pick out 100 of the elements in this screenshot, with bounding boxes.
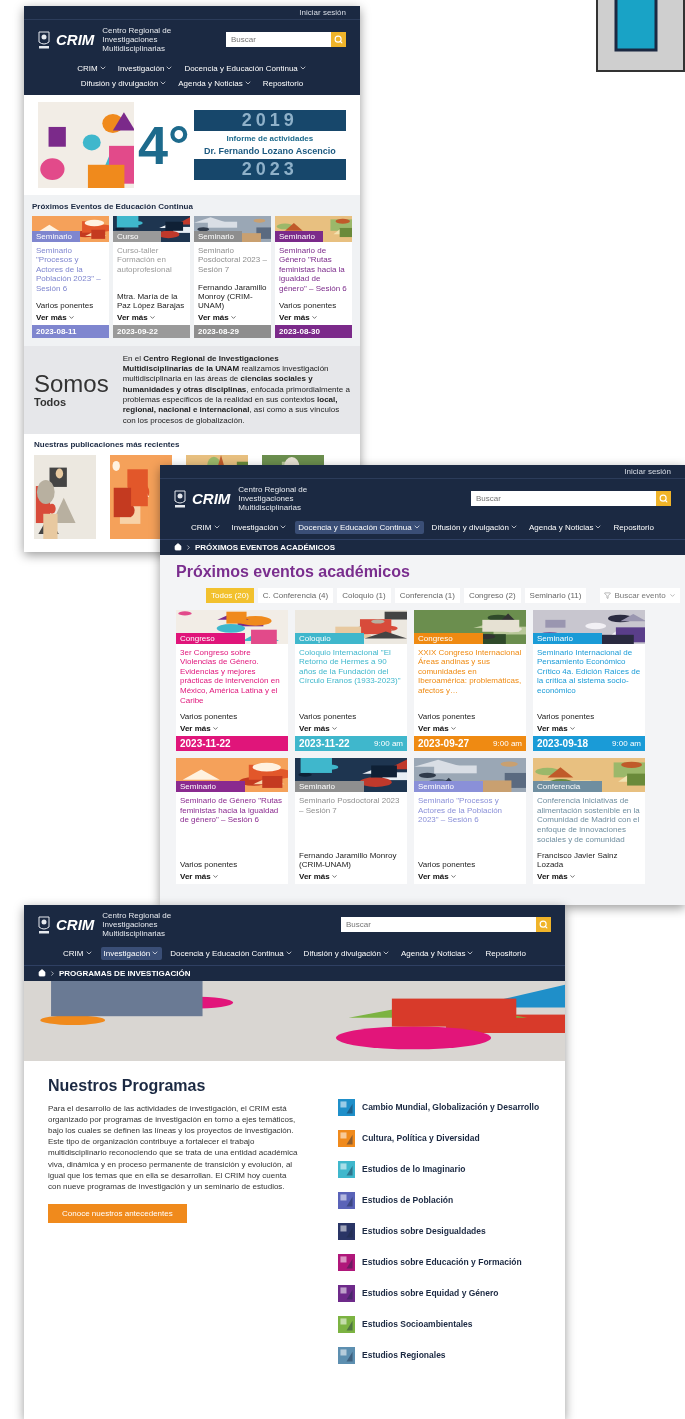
event-card[interactable]: Seminario Seminario de Género "Rutas feministas hacia la igualdad de género" – Sesión 6 Varios ponentes Ver más 2023-08-30 [275,215,352,338]
login-link[interactable]: Iniciar sesión [624,467,671,476]
nav-link[interactable]: Difusión y divulgación [77,76,171,90]
nav-link[interactable]: Agenda y Noticias [175,76,255,90]
program-link[interactable]: Cultura, Política y Diversidad [338,1129,540,1147]
more-link[interactable]: Ver más [537,872,576,882]
chevron-icon [568,873,576,881]
search-field[interactable]: Buscar [471,491,656,507]
nav-link[interactable]: Docencia y Educación Continua [181,61,310,75]
more-link[interactable]: Ver más [418,872,457,882]
search-field[interactable]: Buscar [226,32,331,48]
event-tag: Seminario [414,781,484,793]
event-tag: Seminario [295,781,365,793]
chevron-icon [49,969,56,977]
chevron-icon [449,873,457,881]
event-time: 9:00 am [612,739,641,749]
event-speaker: Varios ponentes [180,860,239,870]
search-button[interactable] [331,32,346,48]
program-link[interactable]: Estudios Socioambientales [338,1315,540,1333]
crim-logo[interactable]: CRIM [192,490,233,508]
nav-link[interactable]: Difusión y divulgación [300,946,393,960]
nav-link[interactable]: Investigación [114,61,177,75]
crim-logo[interactable]: CRIM [56,31,97,49]
event-card[interactable]: Congreso XXIX Congreso Internacional Áreas andinas y sus comunidades en Iberoamérica: problemáticas, afectos y… Varios ponentes Ver más 2023-09-27 9:00 am [414,609,526,752]
event-title[interactable]: Seminario "Procesos y Actores de la Población 2023" – Sesión 6 [36,245,105,294]
search-button[interactable] [656,491,671,507]
event-title[interactable]: Seminario Posdoctoral 2023 – Sesión 7 [299,796,403,845]
more-link[interactable]: Ver más [180,724,219,734]
filter-tab[interactable]: Seminario (11) [524,587,587,603]
nav-link[interactable]: Docencia y Educación Continua [167,946,296,960]
nav-link[interactable]: Repositorio [610,520,657,534]
nav-link[interactable]: Docencia y Educación Continua [295,520,424,534]
about-subtitle: Todos [34,395,68,408]
program-icon [338,1160,355,1178]
event-card[interactable]: Seminario Seminario de Género "Rutas feministas hacia la igualdad de género" – Sesión 6 Varios ponentes Ver más [176,758,288,885]
program-link[interactable]: Cambio Mundial, Globalización y Desarrollo [338,1098,540,1116]
event-title[interactable]: Seminario Posdoctoral 2023 – Sesión 7 [198,245,267,276]
event-card[interactable]: Curso Curso-taller Formación en autoprofesional Mtra. María de la Paz López Barajas Ver más 2023-09-22 [113,215,190,338]
more-link[interactable]: Ver más [418,724,457,734]
nav-link[interactable]: CRIM [188,520,224,534]
login-link[interactable]: Iniciar sesión [299,8,346,17]
more-link[interactable]: Ver más [537,724,576,734]
event-card[interactable]: Seminario Seminario Posdoctoral 2023 – Sesión 7 Fernando Jaramillo Monroy (CRIM-UNAM) Ver más 2023-08-29 [194,215,271,338]
event-card[interactable]: Conferencia Conferencia Iniciativas de alimentación sostenible en la Comunidad de Madrid con el enfoque de innovaciones sociales y de comunidad Francisco Javier Sainz Lozada Ver más [533,758,645,885]
program-link[interactable]: Estudios de lo Imaginario [338,1160,540,1178]
nav-link[interactable]: Repositorio [259,76,307,90]
filter-tab[interactable]: Coloquio (1) [337,587,391,603]
event-card[interactable]: Seminario Seminario Internacional de Pensamiento Económico Crítico 4a. Edición Raíces de la crítica al sistema socio-económico Varios ponentes Ver más 2023-09-18 9:00 am [533,609,645,752]
more-link[interactable]: Ver más [180,872,219,882]
more-link[interactable]: Ver más [279,312,318,322]
event-title[interactable]: 3er Congreso sobre Violencias de Género. Evidencias y mejores prácticas de intervención en México, América Latina y el Caribe [180,647,284,706]
search-icon [334,35,343,45]
crest-icon [38,30,50,49]
event-title[interactable]: Conferencia Iniciativas de alimentación sostenible en la Comunidad de Madrid con el enfoque de innovaciones sociales y de comunidad [537,796,641,845]
filter-tab[interactable]: Congreso (2) [463,587,521,603]
nav-link[interactable]: Agenda y Noticias [526,520,606,534]
crest-icon [174,489,186,508]
program-link[interactable]: Estudios sobre Equidad y Género [338,1284,540,1302]
filter-tab[interactable]: Conferencia (1) [394,587,460,603]
more-link[interactable]: Ver más [299,872,338,882]
breadcrumb: PRÓXIMOS EVENTOS ACADÉMICOS [195,542,336,552]
program-link[interactable]: Estudios Regionales [338,1346,540,1364]
event-card[interactable]: Congreso 3er Congreso sobre Violencias de Género. Evidencias y mejores prácticas de intervención en México, América Latina y el Caribe Varios ponentes Ver más 2023-11-22 [176,609,288,752]
event-search-field[interactable]: Buscar evento [600,587,680,603]
event-title[interactable]: Seminario de Género "Rutas feministas hacia la igualdad de género" – Sesión 6 [180,796,284,854]
event-speaker: Varios ponentes [537,712,596,722]
nav-link[interactable]: Investigación [100,946,163,960]
more-link[interactable]: Ver más [117,312,156,322]
chevron-icon [568,725,576,733]
crim-logo[interactable]: CRIM [56,916,97,934]
home-icon[interactable] [38,969,46,978]
filter-tab[interactable]: C. Conferencia (4) [257,587,334,603]
program-link[interactable]: Estudios sobre Desigualdades [338,1222,540,1240]
event-card[interactable]: Seminario Seminario "Procesos y Actores de la Población 2023" – Sesión 6 Varios ponentes Ver más 2023-08-11 [32,215,109,338]
nav-link[interactable]: Investigación [228,520,291,534]
hero-name: Dr. Fernando Lozano Ascencio [203,145,336,156]
nav-link[interactable]: Difusión y divulgación [428,520,521,534]
event-card[interactable]: Seminario Seminario "Procesos y Actores de la Población 2023" – Sesión 6 Varios ponentes Ver más [414,758,526,885]
search-field[interactable]: Buscar [341,917,536,933]
program-link[interactable]: Estudios de Población [338,1191,540,1209]
more-link[interactable]: Ver más [36,312,75,322]
event-time: 9:00 am [374,739,403,749]
event-date: 2023-11-22 [299,738,350,750]
event-card[interactable]: Seminario Seminario Posdoctoral 2023 – Sesión 7 Fernando Jaramillo Monroy (CRIM-UNAM) Ver más [295,758,407,885]
breadcrumb: PROGRAMAS DE INVESTIGACIÓN [59,968,191,978]
search-button[interactable] [536,917,551,933]
center-name: Centro Regional de Investigaciones Multidisciplinarias [238,485,309,513]
event-time: 9:00 am [493,739,522,749]
home-icon[interactable] [174,543,182,552]
nav-link[interactable]: Agenda y Noticias [398,946,478,960]
nav-link[interactable]: Repositorio [482,946,529,960]
more-link[interactable]: Ver más [299,724,338,734]
nav-link[interactable]: CRIM [60,946,96,960]
chevron-icon [148,313,156,321]
event-card[interactable]: Coloquio Coloquio Internacional "El Retorno de Hermes a 90 años de la Fundación del Círculo Eranos (1933-2023)" Varios ponentes Ver más 2023-11-22 9:00 am [295,609,407,752]
nav-link[interactable]: CRIM [74,61,110,75]
event-title[interactable]: Seminario de Género "Rutas feministas hacia la igualdad de género" – Sesión 6 [279,245,348,294]
chevron-icon [211,873,219,881]
more-link[interactable]: Ver más [198,312,237,322]
program-link[interactable]: Estudios sobre Educación y Formación [338,1253,540,1271]
